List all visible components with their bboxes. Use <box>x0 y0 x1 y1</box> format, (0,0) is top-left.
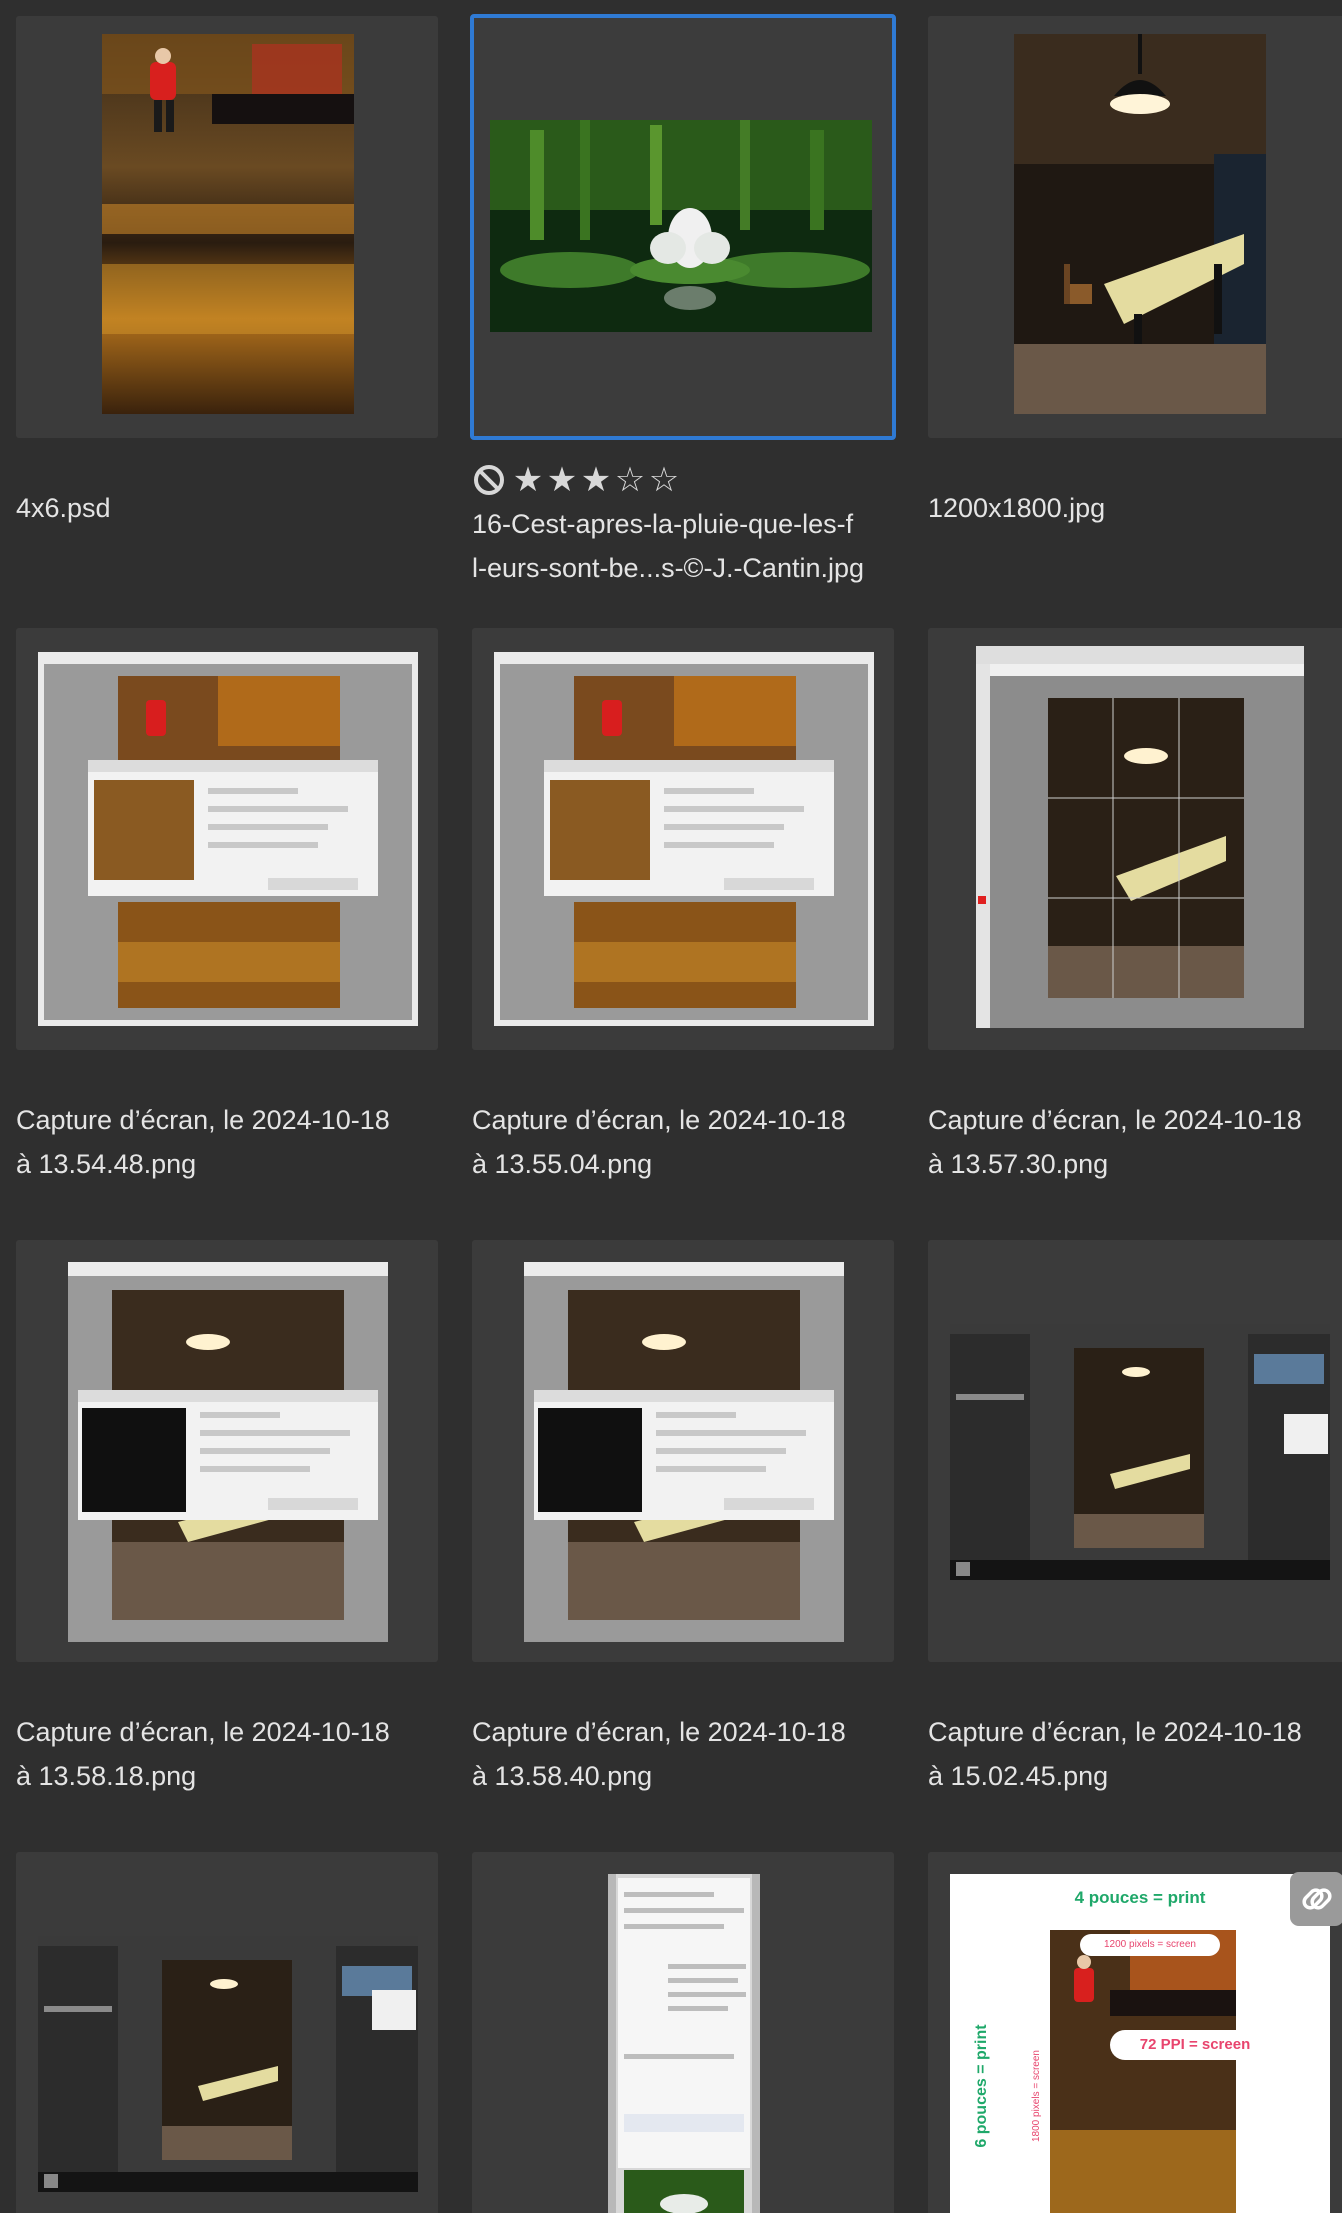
photo-filename: Capture d’écran, le 2024-10-18 à 13.58.1… <box>16 1717 390 1791</box>
photo-filename: Capture d’écran, le 2024-10-18 à 13.58.4… <box>472 1717 846 1791</box>
photo-tile[interactable] <box>928 1240 1342 1662</box>
photo-filename: 16-Cest-apres-la-pluie-que-les-f l-eurs-… <box>472 509 865 583</box>
photo-tile[interactable] <box>928 628 1342 1050</box>
reject-circle-icon[interactable] <box>472 463 506 497</box>
photo-thumbnail-screenshot-resize-dialog <box>38 652 418 1026</box>
link-icon[interactable] <box>1290 1872 1342 1926</box>
infographic-pixels-side: 1800 pixels = screen <box>1031 2050 1042 2143</box>
photo-tile[interactable] <box>16 628 438 1050</box>
photo-thumbnail-screenshot-resize-dialog <box>494 652 874 1026</box>
photo-tile[interactable] <box>928 16 1342 438</box>
photo-thumbnail-infographic: 4 pouces = print 1200 pixels = screen 72… <box>950 1874 1330 2213</box>
photo-filename: Capture d’écran, le 2024-10-18 à 15.02.4… <box>928 1717 1302 1791</box>
photo-tile-selected[interactable] <box>470 14 896 440</box>
photo-tile[interactable] <box>472 628 894 1050</box>
photo-tile[interactable] <box>16 1852 438 2213</box>
photo-thumbnail-screenshot-info-panel <box>608 1874 760 2213</box>
infographic-pixels-top: 1200 pixels = screen <box>1080 1934 1220 1956</box>
photo-filename: 1200x1800.jpg <box>928 493 1106 523</box>
photo-filename: Capture d’écran, le 2024-10-18 à 13.57.3… <box>928 1105 1302 1179</box>
photo-filename: Capture d’écran, le 2024-10-18 à 13.55.0… <box>472 1105 846 1179</box>
photo-thumbnail-screenshot-photoshop-crop <box>976 646 1304 1028</box>
photo-tile[interactable] <box>16 1240 438 1662</box>
photo-tile[interactable] <box>472 1852 894 2213</box>
star-filled-icon[interactable]: ★ <box>546 460 578 500</box>
infographic-side-label: 6 pouces = print <box>973 2024 990 2148</box>
photo-thumbnail-autumn-walker <box>102 34 354 414</box>
photo-grid: 4x6.psd ★ ★ ★ ☆ ☆ 16-Cest-apres-la-pluie… <box>0 0 1342 2213</box>
photo-thumbnail-screenshot-image-size <box>68 1262 388 1642</box>
photo-tile[interactable]: 4 pouces = print 1200 pixels = screen 72… <box>928 1852 1342 2213</box>
star-rating[interactable]: ★ ★ ★ ☆ ☆ <box>472 460 680 500</box>
infographic-photo <box>1050 1930 1236 2213</box>
photo-tile[interactable] <box>16 16 438 438</box>
photo-thumbnail-lamp-desk <box>1014 34 1266 414</box>
star-empty-icon[interactable]: ☆ <box>648 460 680 500</box>
star-filled-icon[interactable]: ★ <box>512 460 544 500</box>
infographic-ppi-label: 72 PPI = screen <box>1110 2030 1280 2060</box>
star-filled-icon[interactable]: ★ <box>580 460 612 500</box>
infographic-top-label: 4 pouces = print <box>1074 1888 1206 1907</box>
star-empty-icon[interactable]: ☆ <box>614 460 646 500</box>
photo-thumbnail-screenshot-lightroom <box>38 1936 418 2192</box>
photo-tile[interactable] <box>472 1240 894 1662</box>
photo-thumbnail-water-lily <box>490 120 872 332</box>
photo-thumbnail-screenshot-image-size <box>524 1262 844 1642</box>
photo-thumbnail-screenshot-lightroom <box>950 1324 1330 1580</box>
photo-filename: 4x6.psd <box>16 493 111 523</box>
photo-filename: Capture d’écran, le 2024-10-18 à 13.54.4… <box>16 1105 390 1179</box>
